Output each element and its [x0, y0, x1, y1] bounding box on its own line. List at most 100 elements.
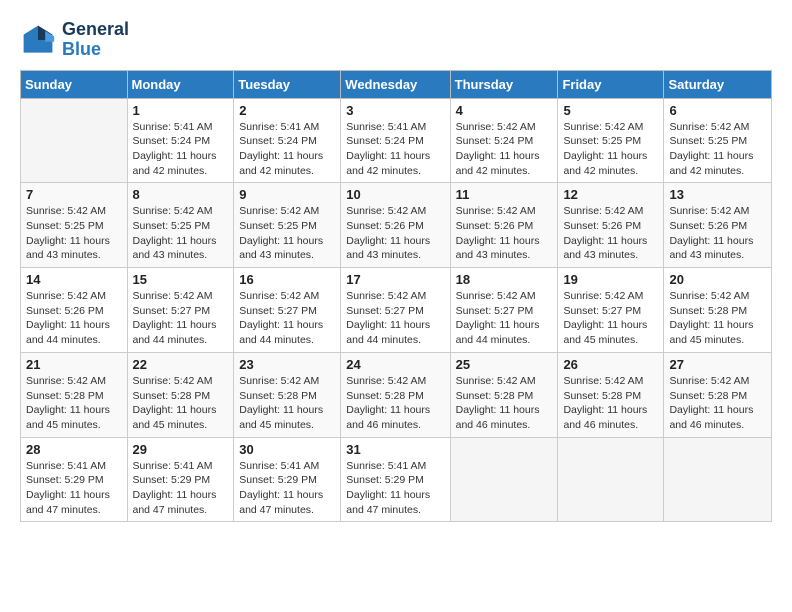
day-number: 12 — [563, 187, 658, 202]
calendar-header-row: SundayMondayTuesdayWednesdayThursdayFrid… — [21, 70, 772, 98]
calendar-cell: 1 Sunrise: 5:41 AMSunset: 5:24 PMDaylight… — [127, 98, 234, 183]
day-info: Sunrise: 5:42 AMSunset: 5:27 PMDaylight:… — [456, 289, 553, 348]
day-number: 6 — [669, 103, 766, 118]
calendar-cell: 12Sunrise: 5:42 AMSunset: 5:26 PMDayligh… — [558, 183, 664, 268]
calendar-cell: 14 Sunrise: 5:42 AMSunset: 5:26 PMDayligh… — [21, 268, 128, 353]
day-number: 7 — [26, 187, 122, 202]
calendar-cell: 17Sunrise: 5:42 AMSunset: 5:27 PMDayligh… — [341, 268, 450, 353]
calendar-cell: 13 Sunrise: 5:42 AMSunset: 5:26 PMDayligh… — [664, 183, 772, 268]
day-number: 1 — [133, 103, 229, 118]
day-number: 19 — [563, 272, 658, 287]
calendar-cell: 25 Sunrise: 5:42 AMSunset: 5:28 PMDayligh… — [450, 352, 558, 437]
day-number: 22 — [133, 357, 229, 372]
calendar-cell: 15 Sunrise: 5:42 AMSunset: 5:27 PMDayligh… — [127, 268, 234, 353]
day-info: Sunrise: 5:42 AMSunset: 5:27 PMDaylight:… — [563, 289, 658, 348]
calendar-cell: 7 Sunrise: 5:42 AMSunset: 5:25 PMDaylight… — [21, 183, 128, 268]
calendar-cell: 6 Sunrise: 5:42 AMSunset: 5:25 PMDaylight… — [664, 98, 772, 183]
day-info: Sunrise: 5:42 AMSunset: 5:28 PMDaylight:… — [133, 374, 229, 433]
day-info: Sunrise: 5:41 AMSunset: 5:24 PMDaylight:… — [133, 120, 229, 179]
day-info: Sunrise: 5:42 AMSunset: 5:28 PMDaylight:… — [669, 289, 766, 348]
day-info: Sunrise: 5:42 AMSunset: 5:25 PMDaylight:… — [26, 204, 122, 263]
calendar-cell: 28 Sunrise: 5:41 AMSunset: 5:29 PMDayligh… — [21, 437, 128, 522]
day-info: Sunrise: 5:42 AMSunset: 5:27 PMDaylight:… — [133, 289, 229, 348]
column-header-wednesday: Wednesday — [341, 70, 450, 98]
day-info: Sunrise: 5:42 AMSunset: 5:27 PMDaylight:… — [239, 289, 335, 348]
calendar-cell: 27 Sunrise: 5:42 AMSunset: 5:28 PMDayligh… — [664, 352, 772, 437]
day-info: Sunrise: 5:42 AMSunset: 5:26 PMDaylight:… — [669, 204, 766, 263]
calendar-cell: 20 Sunrise: 5:42 AMSunset: 5:28 PMDayligh… — [664, 268, 772, 353]
day-info: Sunrise: 5:42 AMSunset: 5:26 PMDaylight:… — [26, 289, 122, 348]
calendar-cell: 10Sunrise: 5:42 AMSunset: 5:26 PMDayligh… — [341, 183, 450, 268]
column-header-tuesday: Tuesday — [234, 70, 341, 98]
day-number: 10 — [346, 187, 444, 202]
week-row-4: 28 Sunrise: 5:41 AMSunset: 5:29 PMDayligh… — [21, 437, 772, 522]
day-number: 15 — [133, 272, 229, 287]
day-info: Sunrise: 5:42 AMSunset: 5:24 PMDaylight:… — [456, 120, 553, 179]
week-row-1: 7 Sunrise: 5:42 AMSunset: 5:25 PMDaylight… — [21, 183, 772, 268]
calendar-cell: 3 Sunrise: 5:41 AMSunset: 5:24 PMDaylight… — [341, 98, 450, 183]
day-info: Sunrise: 5:41 AMSunset: 5:29 PMDaylight:… — [346, 459, 444, 518]
page-header: General Blue — [20, 20, 772, 60]
calendar-table: SundayMondayTuesdayWednesdayThursdayFrid… — [20, 70, 772, 523]
day-number: 29 — [133, 442, 229, 457]
calendar-cell — [21, 98, 128, 183]
week-row-3: 21Sunrise: 5:42 AMSunset: 5:28 PMDayligh… — [21, 352, 772, 437]
day-number: 14 — [26, 272, 122, 287]
day-number: 11 — [456, 187, 553, 202]
day-number: 31 — [346, 442, 444, 457]
day-info: Sunrise: 5:42 AMSunset: 5:28 PMDaylight:… — [669, 374, 766, 433]
logo-text: General Blue — [62, 20, 129, 60]
calendar-cell: 31 Sunrise: 5:41 AMSunset: 5:29 PMDayligh… — [341, 437, 450, 522]
day-info: Sunrise: 5:42 AMSunset: 5:27 PMDaylight:… — [346, 289, 444, 348]
day-number: 2 — [239, 103, 335, 118]
calendar-cell — [450, 437, 558, 522]
day-info: Sunrise: 5:41 AMSunset: 5:24 PMDaylight:… — [346, 120, 444, 179]
day-number: 20 — [669, 272, 766, 287]
calendar-cell: 26Sunrise: 5:42 AMSunset: 5:28 PMDayligh… — [558, 352, 664, 437]
calendar-cell: 19 Sunrise: 5:42 AMSunset: 5:27 PMDayligh… — [558, 268, 664, 353]
day-number: 5 — [563, 103, 658, 118]
calendar-cell: 2 Sunrise: 5:41 AMSunset: 5:24 PMDaylight… — [234, 98, 341, 183]
calendar-cell: 16Sunrise: 5:42 AMSunset: 5:27 PMDayligh… — [234, 268, 341, 353]
logo: General Blue — [20, 20, 129, 60]
day-info: Sunrise: 5:42 AMSunset: 5:28 PMDaylight:… — [239, 374, 335, 433]
day-number: 13 — [669, 187, 766, 202]
day-number: 27 — [669, 357, 766, 372]
calendar-cell — [558, 437, 664, 522]
day-number: 23 — [239, 357, 335, 372]
day-number: 28 — [26, 442, 122, 457]
calendar-cell: 22 Sunrise: 5:42 AMSunset: 5:28 PMDayligh… — [127, 352, 234, 437]
column-header-saturday: Saturday — [664, 70, 772, 98]
day-number: 4 — [456, 103, 553, 118]
calendar-cell: 11 Sunrise: 5:42 AMSunset: 5:26 PMDayligh… — [450, 183, 558, 268]
calendar-cell: 30Sunrise: 5:41 AMSunset: 5:29 PMDayligh… — [234, 437, 341, 522]
week-row-0: 1 Sunrise: 5:41 AMSunset: 5:24 PMDaylight… — [21, 98, 772, 183]
day-info: Sunrise: 5:41 AMSunset: 5:29 PMDaylight:… — [133, 459, 229, 518]
calendar-cell: 5Sunrise: 5:42 AMSunset: 5:25 PMDaylight… — [558, 98, 664, 183]
day-number: 9 — [239, 187, 335, 202]
day-number: 8 — [133, 187, 229, 202]
day-number: 25 — [456, 357, 553, 372]
column-header-thursday: Thursday — [450, 70, 558, 98]
calendar-cell: 21Sunrise: 5:42 AMSunset: 5:28 PMDayligh… — [21, 352, 128, 437]
calendar-body: 1 Sunrise: 5:41 AMSunset: 5:24 PMDaylight… — [21, 98, 772, 522]
day-info: Sunrise: 5:42 AMSunset: 5:26 PMDaylight:… — [456, 204, 553, 263]
calendar-cell: 18Sunrise: 5:42 AMSunset: 5:27 PMDayligh… — [450, 268, 558, 353]
week-row-2: 14 Sunrise: 5:42 AMSunset: 5:26 PMDayligh… — [21, 268, 772, 353]
day-info: Sunrise: 5:42 AMSunset: 5:28 PMDaylight:… — [456, 374, 553, 433]
day-info: Sunrise: 5:42 AMSunset: 5:25 PMDaylight:… — [133, 204, 229, 263]
day-info: Sunrise: 5:42 AMSunset: 5:28 PMDaylight:… — [346, 374, 444, 433]
calendar-cell: 23 Sunrise: 5:42 AMSunset: 5:28 PMDayligh… — [234, 352, 341, 437]
day-number: 30 — [239, 442, 335, 457]
day-info: Sunrise: 5:41 AMSunset: 5:29 PMDaylight:… — [26, 459, 122, 518]
day-number: 26 — [563, 357, 658, 372]
logo-icon — [20, 22, 56, 58]
calendar-cell: 4 Sunrise: 5:42 AMSunset: 5:24 PMDaylight… — [450, 98, 558, 183]
calendar-cell: 29 Sunrise: 5:41 AMSunset: 5:29 PMDayligh… — [127, 437, 234, 522]
day-info: Sunrise: 5:41 AMSunset: 5:24 PMDaylight:… — [239, 120, 335, 179]
column-header-sunday: Sunday — [21, 70, 128, 98]
day-number: 3 — [346, 103, 444, 118]
day-info: Sunrise: 5:42 AMSunset: 5:28 PMDaylight:… — [26, 374, 122, 433]
day-info: Sunrise: 5:42 AMSunset: 5:25 PMDaylight:… — [669, 120, 766, 179]
column-header-monday: Monday — [127, 70, 234, 98]
